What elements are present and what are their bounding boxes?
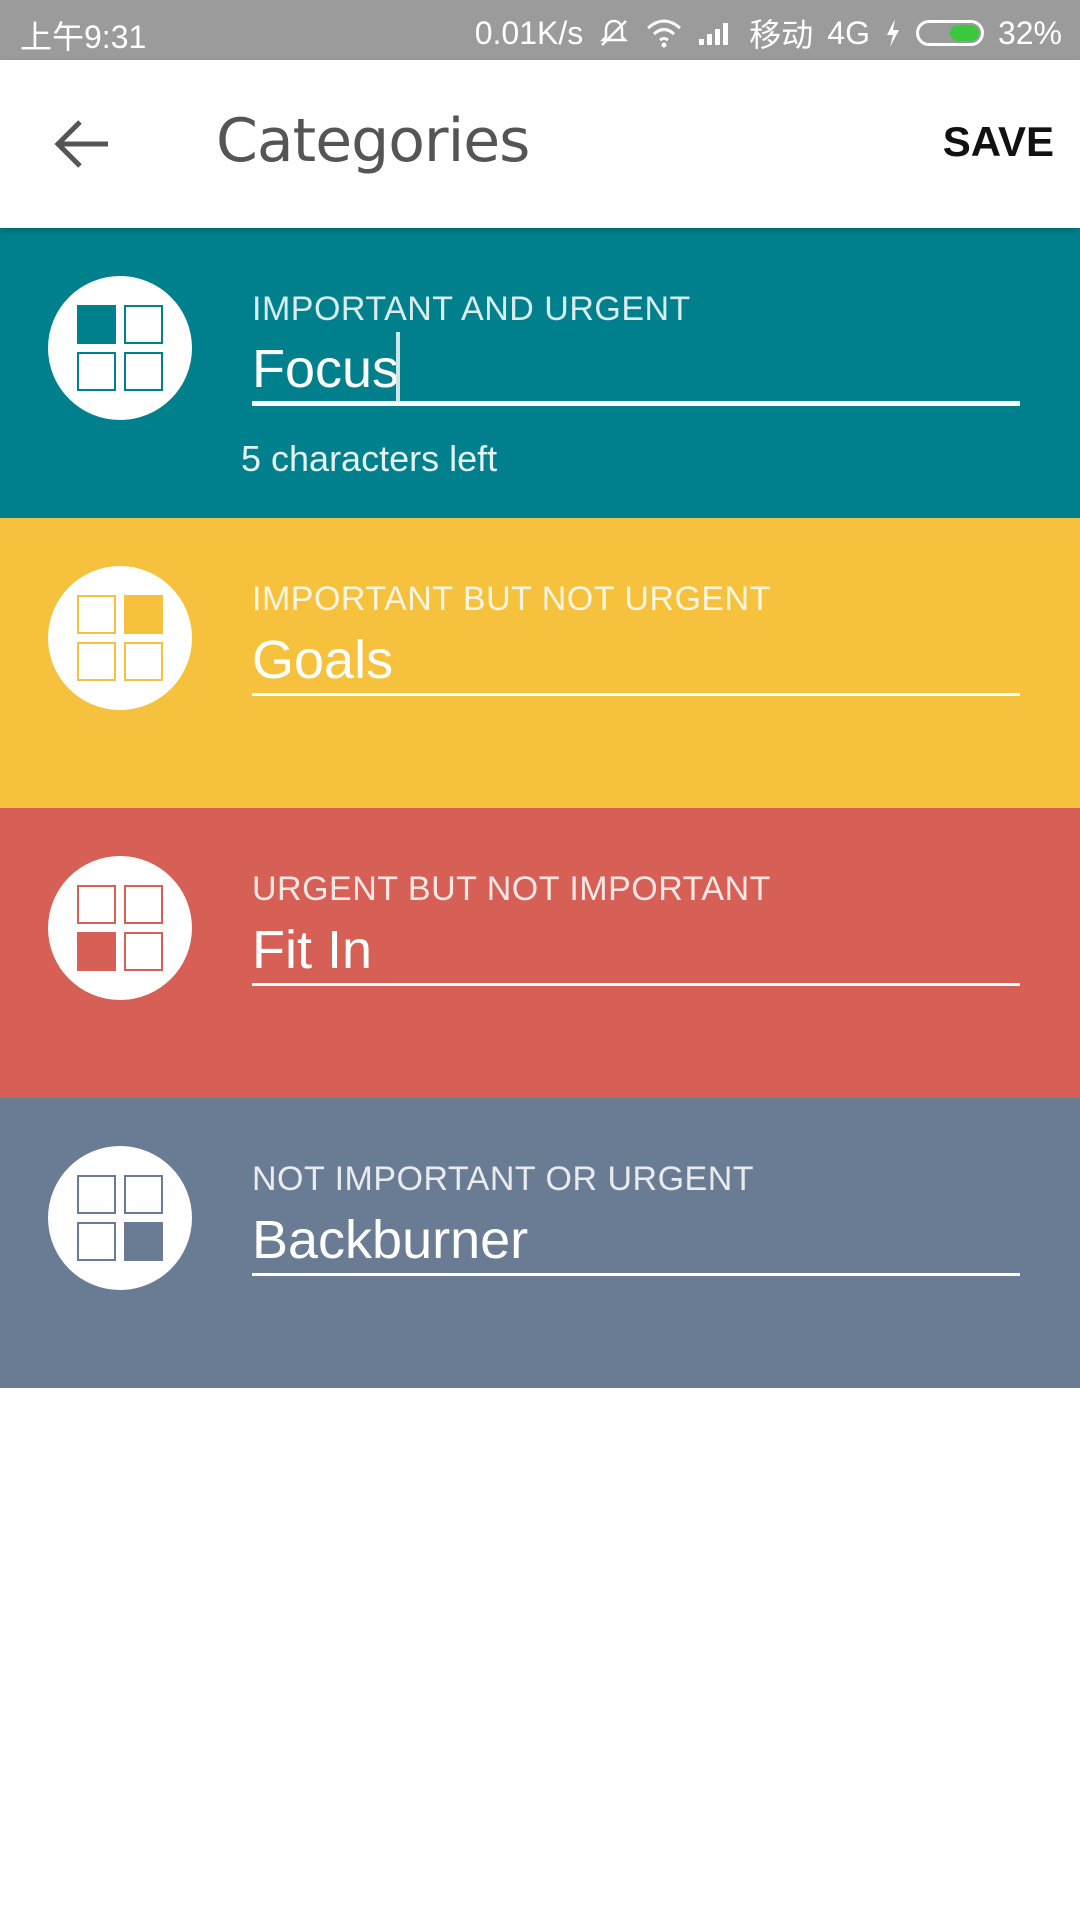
battery-icon: [915, 20, 984, 46]
quadrant-cell: [124, 1175, 163, 1214]
battery-percent: 32%: [997, 14, 1062, 51]
quadrant-cell: [77, 885, 116, 924]
quadrant-cell: [124, 932, 163, 971]
character-count-helper: 5 characters left: [241, 438, 498, 479]
quadrant-bottom-right-icon: [48, 1146, 192, 1290]
quadrant-cell: [124, 595, 163, 634]
quadrant-cell: [124, 352, 163, 391]
quadrant-cell: [77, 932, 116, 971]
arrow-left-icon: [54, 120, 108, 168]
status-right-group: 0.01K/s 移动 4G 32%: [475, 10, 1062, 56]
category-row-important-not-urgent: IMPORTANT BUT NOT URGENT: [0, 518, 1080, 808]
page-title: Categories: [216, 106, 530, 176]
quadrant-cell: [77, 352, 116, 391]
quadrant-cell: [77, 305, 116, 344]
category-row-urgent-not-important: URGENT BUT NOT IMPORTANT: [0, 808, 1080, 1098]
category-label: URGENT BUT NOT IMPORTANT: [252, 870, 771, 908]
category-row-important-urgent: IMPORTANT AND URGENT 5 characters left: [0, 228, 1080, 518]
carrier-name: 移动: [749, 17, 814, 53]
category-name-input[interactable]: [252, 1206, 1020, 1276]
category-label: IMPORTANT AND URGENT: [252, 290, 691, 328]
mute-icon: [600, 19, 629, 46]
charging-bolt-icon: [886, 19, 899, 47]
quadrant-cell: [77, 642, 116, 681]
network-speed: 0.01K/s: [474, 14, 584, 51]
quadrant-cell: [124, 305, 163, 344]
status-bar: 上午9:31 0.01K/s 移动 4G 32%: [0, 0, 1080, 60]
category-row-not-important-not-urgent: NOT IMPORTANT OR URGENT: [0, 1098, 1080, 1388]
network-type: 4G: [827, 14, 870, 51]
quadrant-bottom-left-icon: [48, 856, 192, 1000]
quadrant-cell: [77, 1222, 116, 1261]
category-name-input[interactable]: [252, 336, 1020, 406]
category-name-input[interactable]: [252, 916, 1020, 986]
quadrant-cell: [124, 642, 163, 681]
battery-fill: [949, 25, 979, 41]
app-toolbar: Categories SAVE: [0, 60, 1080, 228]
quadrant-top-right-icon: [48, 566, 192, 710]
signal-icon: [699, 23, 729, 45]
quadrant-cell: [124, 885, 163, 924]
quadrant-cell: [124, 1222, 163, 1261]
category-label: IMPORTANT BUT NOT URGENT: [252, 580, 771, 618]
quadrant-top-left-icon: [48, 276, 192, 420]
quadrant-cell: [77, 1175, 116, 1214]
quadrant-cell: [77, 595, 116, 634]
text-cursor: [396, 332, 400, 402]
category-name-input[interactable]: [252, 626, 1020, 696]
category-label: NOT IMPORTANT OR URGENT: [252, 1160, 755, 1198]
status-time: 上午9:31: [20, 19, 147, 55]
wifi-icon: [647, 19, 682, 48]
save-button[interactable]: SAVE: [943, 118, 1054, 166]
back-button[interactable]: [44, 110, 124, 180]
